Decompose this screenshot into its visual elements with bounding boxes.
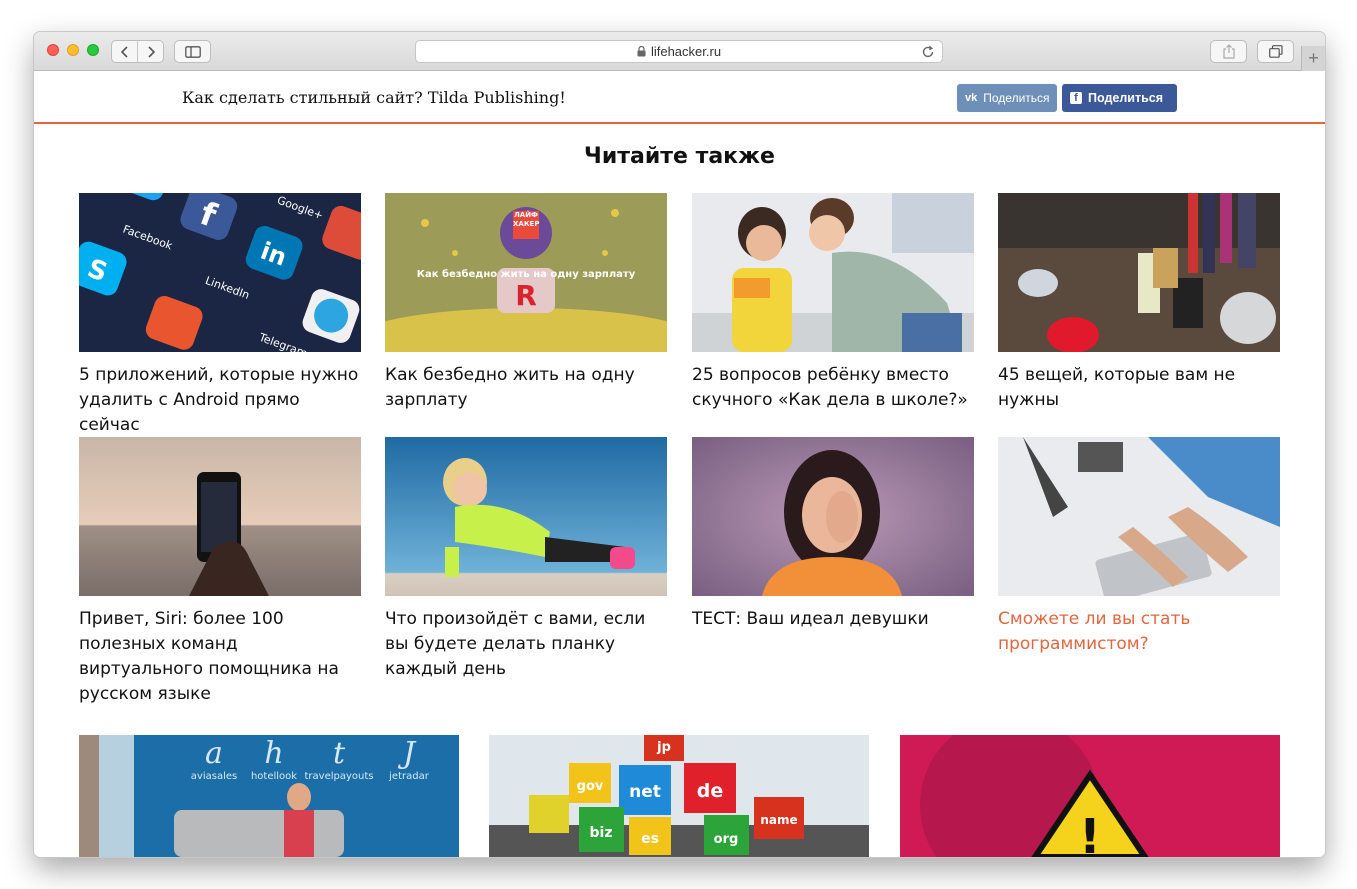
domain-cube-label: biz <box>590 825 613 841</box>
image-caption: Как безбедно жить на одну зарплату <box>416 269 636 280</box>
article-card[interactable]: Сможете ли вы стать программистом? <box>998 437 1280 657</box>
forward-icon <box>147 45 155 58</box>
article-card[interactable]: f in S Facebook LinkedIn Telegram Google… <box>79 193 361 438</box>
back-button[interactable] <box>112 41 137 62</box>
article-image-siri[interactable] <box>79 437 361 596</box>
address-bar[interactable]: lifehacker.ru <box>415 40 943 63</box>
article-card[interactable]: Что произойдёт с вами, если вы будете де… <box>385 437 667 682</box>
article-title[interactable]: 5 приложений, которые нужно удалить с An… <box>79 363 361 438</box>
travel-brand-letter: a <box>205 736 223 771</box>
vk-share-button[interactable]: vk Поделиться <box>957 84 1057 112</box>
share-bar-title[interactable]: Как сделать стильный сайт? Tilda Publish… <box>182 88 566 107</box>
article-title[interactable]: Сможете ли вы стать программистом? <box>998 607 1280 657</box>
article-image-social-apps[interactable]: f in S Facebook LinkedIn Telegram Google… <box>79 193 361 352</box>
sidebar-icon <box>184 45 201 58</box>
featured-image-domains[interactable]: gov net jp de biz es org name <box>489 735 869 857</box>
article-card[interactable]: R ЛАЙФ ХАКЕР Как безбедно жить на одну з… <box>385 193 667 413</box>
article-card[interactable]: Привет, Siri: более 100 полезных команд … <box>79 437 361 707</box>
facebook-icon: f <box>1070 92 1082 104</box>
domain-cube-label: de <box>697 780 724 802</box>
article-title[interactable]: ТЕСТ: Ваш идеал девушки <box>692 607 974 632</box>
plus-icon: + <box>1308 48 1319 68</box>
article-image-child-question[interactable] <box>692 193 974 352</box>
share-bar: Как сделать стильный сайт? Tilda Publish… <box>34 71 1325 124</box>
tabs-icon <box>1268 45 1283 58</box>
tabs-button[interactable] <box>1257 40 1294 63</box>
article-image-girl-test[interactable] <box>692 437 974 596</box>
section-heading: Читайте также <box>584 144 775 169</box>
share-icon <box>1222 44 1235 59</box>
domain-cube-label: es <box>641 831 659 847</box>
vk-icon: vk <box>965 92 978 104</box>
article-card[interactable]: ТЕСТ: Ваш идеал девушки <box>692 437 974 632</box>
article-title[interactable]: Что произойдёт с вами, если вы будете де… <box>385 607 667 682</box>
article-image-things[interactable] <box>998 193 1280 352</box>
domain-cube-label: gov <box>577 779 604 794</box>
travel-brand-name: aviasales <box>191 771 237 782</box>
domain-cube-label: name <box>760 813 797 827</box>
travel-brand-letter: t <box>333 736 346 771</box>
article-card[interactable]: 25 вопросов ребёнку вместо скучного «Как… <box>692 193 974 413</box>
travel-brand-name: travelpayouts <box>305 771 374 782</box>
article-image-programmer[interactable] <box>998 437 1280 596</box>
browser-window: lifehacker.ru + Как сделать стильный сай… <box>34 32 1325 857</box>
reload-icon[interactable] <box>921 45 935 59</box>
image-badge: ЛАЙФ ХАКЕР <box>513 211 540 228</box>
facebook-share-button[interactable]: f Поделиться <box>1062 84 1177 112</box>
domain-cube-label: jp <box>656 740 671 755</box>
zoom-window-button[interactable] <box>87 44 99 56</box>
navigation-buttons <box>111 40 164 63</box>
featured-image-travel[interactable]: a h t J aviasales hotellook travelpayout… <box>79 735 459 857</box>
article-title[interactable]: Как безбедно жить на одну зарплату <box>385 363 667 413</box>
warning-sign-glyph: ! <box>1079 809 1101 857</box>
article-title[interactable]: 25 вопросов ребёнку вместо скучного «Как… <box>692 363 974 413</box>
lock-icon <box>637 46 646 57</box>
featured-image-warning[interactable]: ! <box>900 735 1280 857</box>
travel-brand-name: hotellook <box>251 771 297 782</box>
article-image-salary[interactable]: R ЛАЙФ ХАКЕР Как безбедно жить на одну з… <box>385 193 667 352</box>
travel-brand-letter: h <box>264 736 283 771</box>
back-icon <box>120 45 128 58</box>
minimize-window-button[interactable] <box>67 44 79 56</box>
browser-toolbar: lifehacker.ru + <box>34 32 1325 71</box>
share-button[interactable] <box>1210 40 1247 63</box>
sidebar-button[interactable] <box>174 40 211 63</box>
facebook-share-label: Поделиться <box>1088 91 1164 105</box>
url-text: lifehacker.ru <box>650 44 722 59</box>
svg-text:R: R <box>515 279 537 312</box>
article-title[interactable]: Привет, Siri: более 100 полезных команд … <box>79 607 361 707</box>
travel-brand-name: jetradar <box>388 771 430 782</box>
domain-cube-label: org <box>714 832 739 847</box>
close-window-button[interactable] <box>47 44 59 56</box>
article-title[interactable]: 45 вещей, которые вам не нужны <box>998 363 1280 413</box>
article-image-plank[interactable] <box>385 437 667 596</box>
domain-cube-label: net <box>629 782 661 802</box>
vk-share-label: Поделиться <box>983 91 1050 105</box>
article-card[interactable]: 45 вещей, которые вам не нужны <box>998 193 1280 413</box>
new-tab-button[interactable]: + <box>1301 46 1325 71</box>
forward-button[interactable] <box>137 41 163 62</box>
